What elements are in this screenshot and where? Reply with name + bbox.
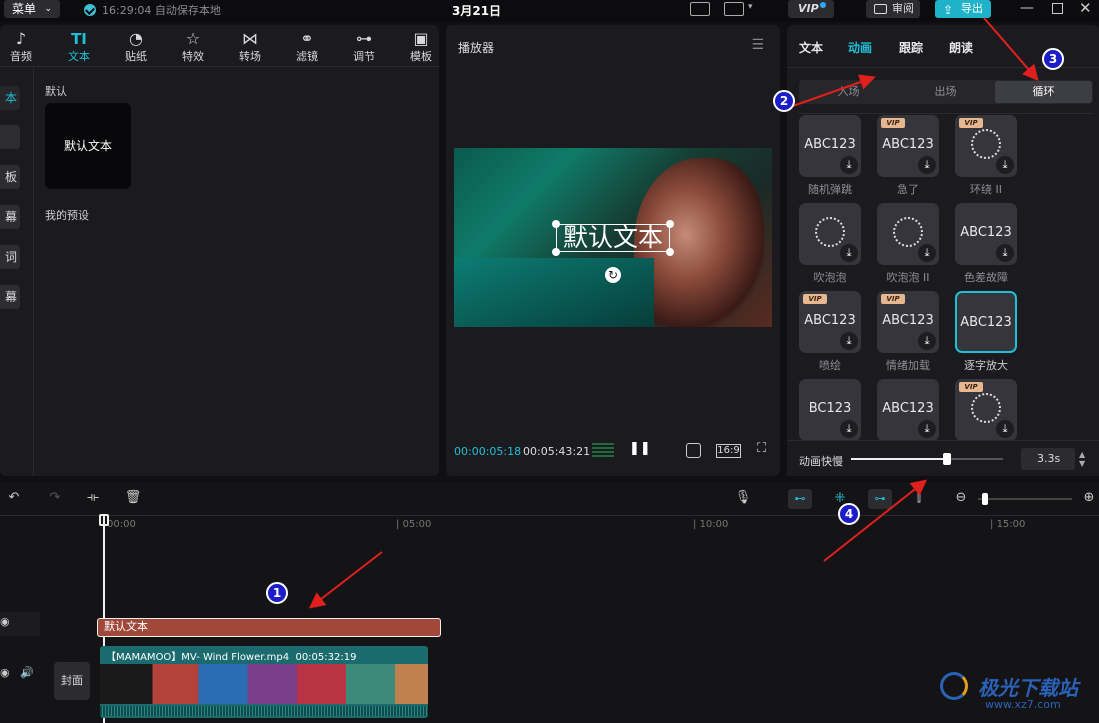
annotation-badge: 1 [266,582,288,604]
watermark-url: www.xz7.com [985,698,1061,711]
annotation-badge: 4 [838,503,860,525]
watermark-text: 极光下载站 [978,676,1078,700]
annotation-arrows [308,17,1039,609]
watermark-logo [940,672,968,700]
annotation-badge: 3 [1042,48,1064,70]
annotation-badge: 2 [773,90,795,112]
